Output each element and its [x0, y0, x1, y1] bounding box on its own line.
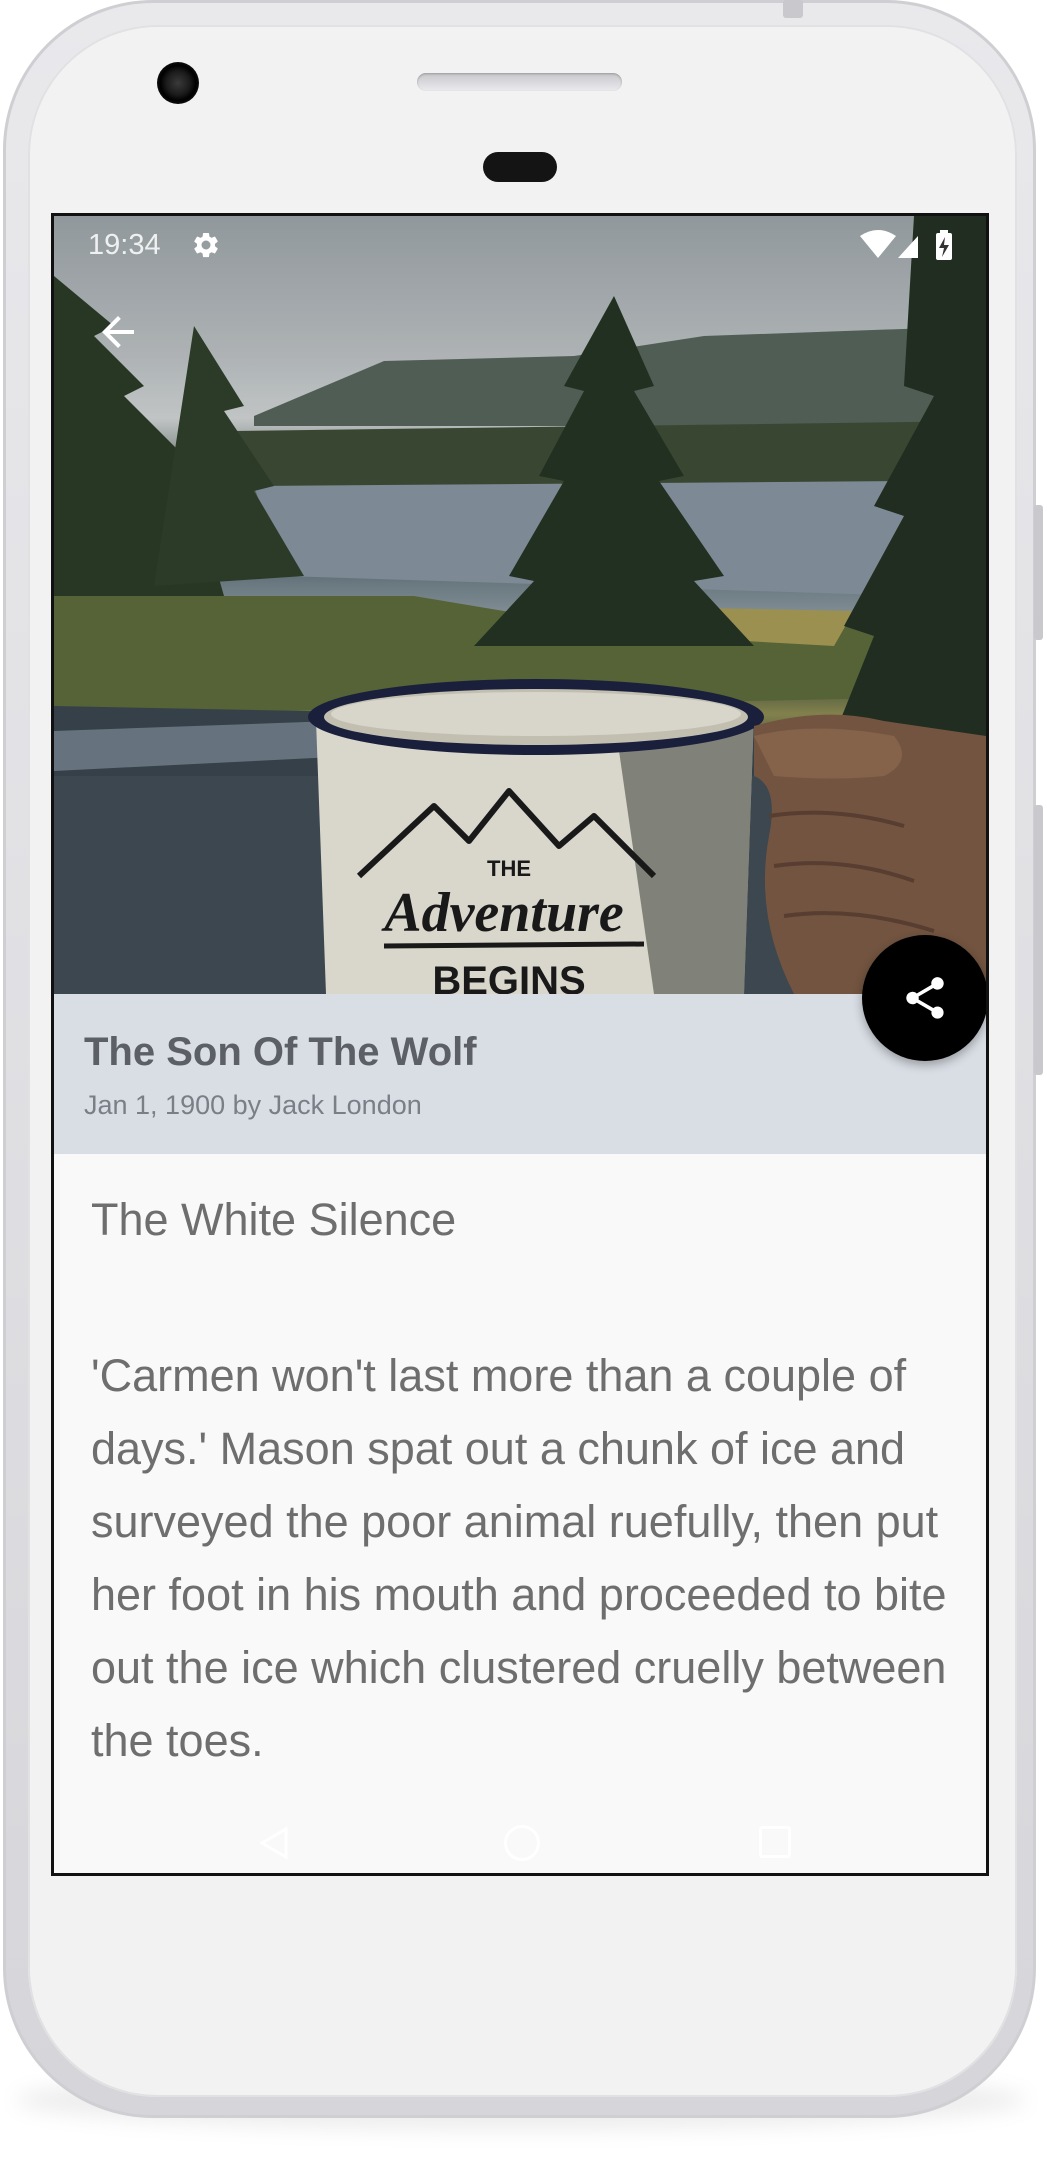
share-icon: [906, 977, 944, 1019]
speaker-grille: [417, 73, 622, 91]
top-button: [783, 0, 803, 18]
wifi-icon: [860, 230, 896, 258]
book-title: The Son Of The Wolf: [84, 1030, 477, 1074]
nav-recent-icon[interactable]: [759, 1826, 791, 1858]
nav-home-icon[interactable]: [504, 1825, 540, 1861]
arrow-back-icon: [102, 316, 134, 348]
earpiece: [483, 152, 557, 182]
status-icons: [858, 228, 958, 270]
app-screen: THE Adventure BEGINS 19:34: [51, 213, 989, 1876]
chapter-content: The White Silence 'Carmen won't last mor…: [54, 1154, 986, 1873]
power-button: [1034, 505, 1043, 640]
nav-back-icon[interactable]: [254, 1823, 294, 1863]
system-nav-bar: [54, 1801, 986, 1873]
share-button[interactable]: [862, 935, 986, 1061]
hero-image: THE Adventure BEGINS: [54, 216, 986, 994]
chapter-title: The White Silence: [91, 1194, 457, 1245]
back-button[interactable]: [94, 308, 154, 368]
battery-charging-icon: [936, 230, 952, 260]
book-header: The Son Of The Wolf Jan 1, 1900 by Jack …: [54, 994, 986, 1154]
volume-button: [1034, 805, 1043, 1075]
status-time: 19:34: [88, 229, 161, 261]
gear-icon: [191, 230, 221, 268]
chapter-body: 'Carmen won't last more than a couple of…: [91, 1350, 947, 1766]
front-camera: [157, 62, 199, 104]
hero-illustration: THE Adventure BEGINS: [54, 216, 986, 994]
status-bar: 19:34: [54, 216, 986, 274]
book-meta: Jan 1, 1900 by Jack London: [84, 1090, 422, 1120]
signal-icon: [898, 236, 918, 258]
